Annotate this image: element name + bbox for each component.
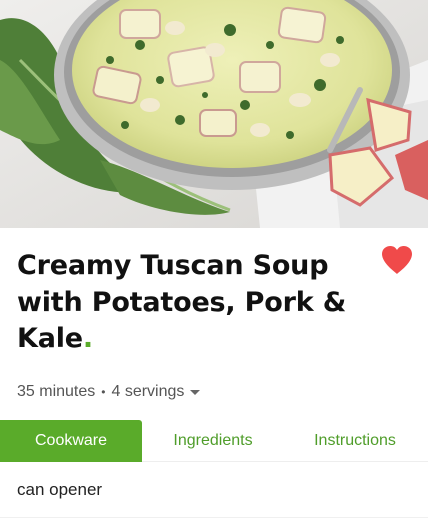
recipe-meta: 35 minutes • 4 servings [17, 383, 201, 401]
soup-photo-illustration [0, 0, 428, 228]
tab-ingredients[interactable]: Ingredients [142, 420, 284, 462]
caret-down-icon [190, 389, 201, 395]
recipe-title-text: Creamy Tuscan Soup with Potatoes, Pork &… [17, 250, 347, 354]
servings-selector[interactable]: 4 servings [111, 383, 201, 401]
recipe-photo [0, 0, 428, 228]
favorite-button[interactable] [380, 244, 414, 276]
title-accent-dot: . [82, 323, 93, 354]
heart-icon [382, 246, 412, 274]
servings-label: 4 servings [111, 383, 185, 400]
cook-time: 35 minutes [17, 383, 96, 400]
list-item: can opener [0, 462, 428, 518]
recipe-title: Creamy Tuscan Soup with Potatoes, Pork &… [17, 248, 347, 358]
meta-separator: • [101, 385, 106, 399]
tab-cookware[interactable]: Cookware [0, 420, 142, 462]
tab-instructions[interactable]: Instructions [284, 420, 426, 462]
recipe-title-block: Creamy Tuscan Soup with Potatoes, Pork &… [17, 248, 347, 358]
recipe-tabs: Cookware Ingredients Instructions [0, 420, 428, 462]
cookware-list: can opener [0, 462, 428, 518]
